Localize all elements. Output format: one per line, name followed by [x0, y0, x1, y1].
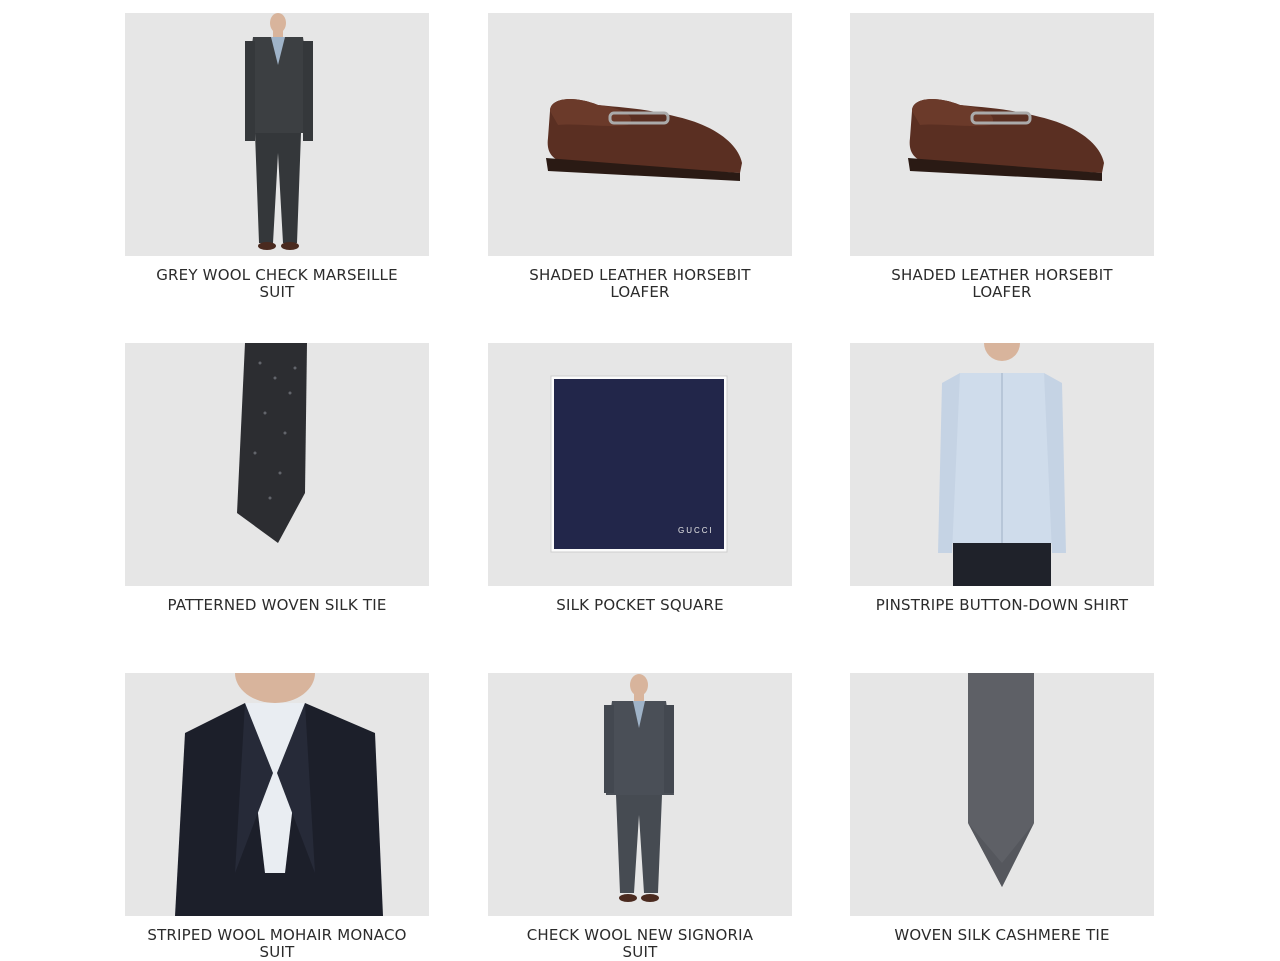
- product-image[interactable]: [125, 673, 429, 916]
- product-image[interactable]: [850, 343, 1154, 586]
- pocket-square-icon: [550, 375, 728, 553]
- product-card[interactable]: SHADED LEATHER HORSEBIT LOAFER: [850, 13, 1154, 301]
- product-card[interactable]: STRIPED WOOL MOHAIR MONACO SUIT: [125, 673, 429, 961]
- product-card[interactable]: CHECK WOOL NEW SIGNORIA SUIT: [488, 673, 792, 961]
- product-name[interactable]: STRIPED WOOL MOHAIR MONACO SUIT: [125, 927, 429, 961]
- product-name[interactable]: SHADED LEATHER HORSEBIT LOAFER: [850, 267, 1154, 301]
- tie-grey-icon: [968, 673, 1034, 887]
- pocket-square-brand-text: GUCCI: [678, 526, 714, 535]
- product-name[interactable]: CHECK WOOL NEW SIGNORIA SUIT: [488, 927, 792, 961]
- tie-dark-icon: [237, 343, 307, 543]
- product-image[interactable]: [488, 673, 792, 916]
- product-image[interactable]: [850, 673, 1154, 916]
- suit-full-icon: [604, 674, 674, 902]
- loafer-icon: [546, 99, 742, 181]
- product-grid: GREY WOOL CHECK MARSEILLE SUIT SHADED LE…: [0, 0, 1280, 961]
- suit-closeup-icon: [175, 673, 383, 916]
- product-card[interactable]: WOVEN SILK CASHMERE TIE: [850, 673, 1154, 944]
- suit-full-icon: [245, 13, 313, 250]
- shirt-icon: [938, 343, 1066, 586]
- product-name[interactable]: GREY WOOL CHECK MARSEILLE SUIT: [125, 267, 429, 301]
- product-name[interactable]: SILK POCKET SQUARE: [488, 597, 792, 614]
- product-image[interactable]: [125, 343, 429, 586]
- product-image[interactable]: [125, 13, 429, 256]
- product-name[interactable]: WOVEN SILK CASHMERE TIE: [850, 927, 1154, 944]
- product-name[interactable]: SHADED LEATHER HORSEBIT LOAFER: [488, 267, 792, 301]
- product-card[interactable]: GREY WOOL CHECK MARSEILLE SUIT: [125, 13, 429, 301]
- product-name[interactable]: PINSTRIPE BUTTON-DOWN SHIRT: [850, 597, 1154, 614]
- product-image[interactable]: [488, 13, 792, 256]
- product-card[interactable]: SHADED LEATHER HORSEBIT LOAFER: [488, 13, 792, 301]
- product-card[interactable]: GUCCI SILK POCKET SQUARE: [488, 343, 792, 614]
- product-image[interactable]: [850, 13, 1154, 256]
- product-image[interactable]: GUCCI: [488, 343, 792, 586]
- product-card[interactable]: PINSTRIPE BUTTON-DOWN SHIRT: [850, 343, 1154, 614]
- product-name[interactable]: PATTERNED WOVEN SILK TIE: [125, 597, 429, 614]
- product-card[interactable]: PATTERNED WOVEN SILK TIE: [125, 343, 429, 614]
- loafer-icon: [908, 99, 1104, 181]
